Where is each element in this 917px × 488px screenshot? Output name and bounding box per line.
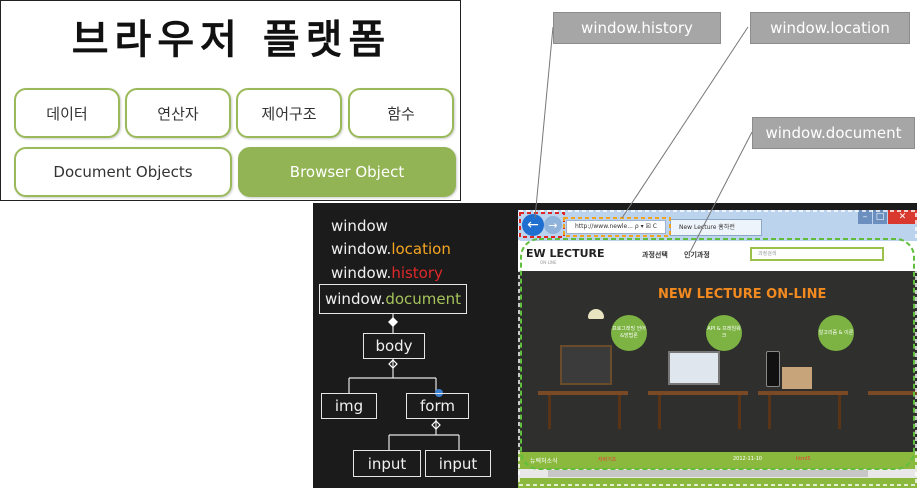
callout-window-history: window.history xyxy=(553,12,721,44)
callout-leader-lines xyxy=(534,26,753,253)
callout-window-document: window.document xyxy=(752,117,915,149)
callout-window-location: window.location xyxy=(750,12,910,44)
